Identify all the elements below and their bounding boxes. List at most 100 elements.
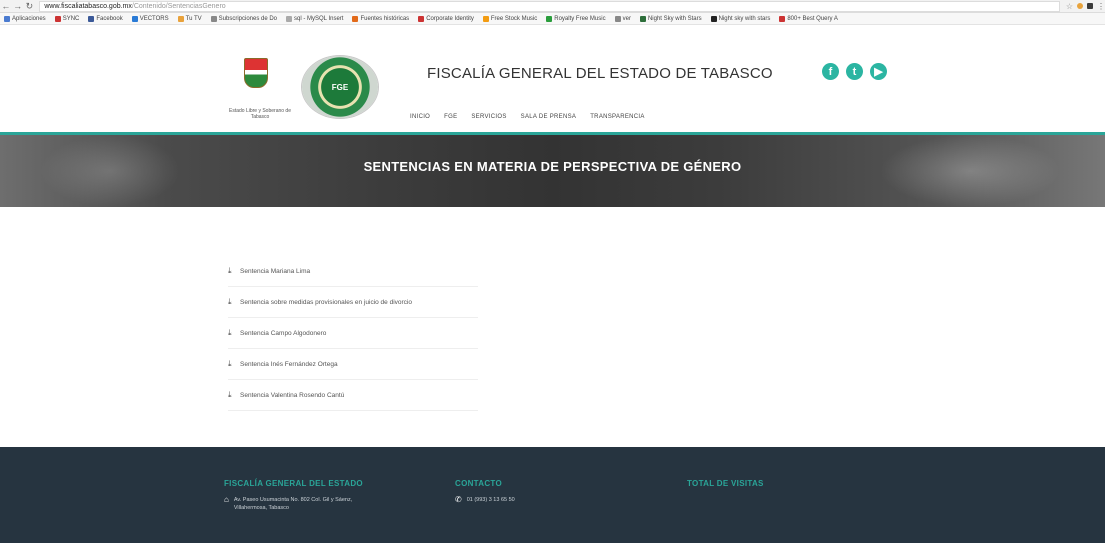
extensions: ☆ ⋮: [1066, 2, 1105, 11]
menu-icon[interactable]: ⋮: [1097, 2, 1105, 11]
gov-caption: Estado Libre y Soberano de Tabasco: [229, 108, 291, 120]
download-icon: ⤓: [228, 359, 232, 368]
list-item[interactable]: ⤓ Sentencia Mariana Lima: [228, 256, 478, 287]
bookmark-item[interactable]: Royalty Free Music: [546, 15, 606, 22]
document-link[interactable]: Sentencia Valentina Rosendo Cantú: [240, 392, 344, 399]
site-title: FISCALÍA GENERAL DEL ESTADO DE TABASCO: [427, 65, 773, 82]
phone-icon: ✆: [455, 495, 462, 504]
footer-phone: ✆ 01 (993) 3 13 65 50: [455, 496, 595, 504]
bookmark-label: Night Sky with Stars: [647, 15, 702, 22]
footer-heading: TOTAL DE VISITAS: [687, 479, 764, 488]
bookmarks-bar: Aplicaciones SYNC Facebook VECTORS Tu TV…: [0, 13, 1105, 25]
bookmark-icon: [482, 15, 489, 22]
bookmark-icon: [88, 15, 95, 22]
bookmark-item[interactable]: Fuentes históricas: [352, 15, 410, 22]
bookmark-item[interactable]: Free Stock Music: [482, 15, 538, 22]
bookmark-label: Night sky with stars: [718, 15, 771, 22]
fge-badge-text: FGE: [331, 82, 349, 92]
url-path: /Contenido/SentenciasGenero: [131, 2, 226, 10]
bookmark-label: Corporate Identity: [426, 15, 474, 22]
url-host: www.fiscaliatabasco.gob.mx: [44, 2, 132, 10]
bookmark-icon: [779, 15, 786, 22]
main-nav: INICIO FGE SERVICIOS SALA DE PRENSA TRAN…: [410, 114, 645, 120]
star-icon[interactable]: ☆: [1066, 2, 1073, 11]
youtube-icon[interactable]: ▶: [870, 63, 887, 80]
nav-item-fge[interactable]: FGE: [444, 114, 457, 120]
phone-text[interactable]: 01 (993) 3 13 65 50: [467, 496, 515, 504]
bookmark-icon: [210, 15, 217, 22]
bookmark-icon: [639, 15, 646, 22]
bookmark-item[interactable]: Subscripciones de Do: [210, 15, 278, 22]
bookmark-item[interactable]: Aplicaciones: [4, 15, 46, 22]
document-link[interactable]: Sentencia sobre medidas provisionales en…: [240, 299, 412, 306]
fge-logo[interactable]: FGE: [302, 56, 378, 118]
bookmark-icon: [131, 15, 138, 22]
bookmark-icon: [286, 15, 293, 22]
facebook-icon[interactable]: f: [822, 63, 839, 80]
bookmark-item[interactable]: sql - MySQL Insert: [286, 15, 343, 22]
bookmark-icon: [546, 15, 553, 22]
list-item[interactable]: ⤓ Sentencia sobre medidas provisionales …: [228, 287, 478, 318]
bookmark-icon: [710, 15, 717, 22]
document-link[interactable]: Sentencia Mariana Lima: [240, 268, 310, 275]
bookmark-label: Royalty Free Music: [554, 15, 606, 22]
bookmark-icon: [4, 15, 10, 22]
nav-item-inicio[interactable]: INICIO: [410, 114, 430, 120]
bookmark-item[interactable]: Night sky with stars: [710, 15, 771, 22]
address-text: Av. Paseo Usumacinta No. 802 Col. Gil y …: [233, 497, 353, 511]
address-bar[interactable]: www.fiscaliatabasco.gob.mx /Contenido/Se…: [39, 0, 1060, 12]
bookmark-item[interactable]: Corporate Identity: [418, 15, 474, 22]
state-coat-of-arms-icon[interactable]: [244, 58, 268, 88]
nav-item-sala-de-prensa[interactable]: SALA DE PRENSA: [521, 114, 577, 120]
forward-icon[interactable]: →: [12, 0, 24, 12]
download-icon: ⤓: [228, 328, 232, 337]
footer-heading: CONTACTO: [455, 479, 502, 488]
footer-col-contacto: CONTACTO ✆ 01 (993) 3 13 65 50: [455, 479, 595, 504]
document-link[interactable]: Sentencia Inés Fernández Ortega: [240, 361, 338, 368]
twitter-icon[interactable]: t: [846, 63, 863, 80]
page-banner: SENTENCIAS EN MATERIA DE PERSPECTIVA DE …: [0, 135, 1105, 207]
bookmark-item[interactable]: 800+ Best Query A: [779, 15, 838, 22]
bookmark-label: Tu TV: [185, 15, 202, 22]
reload-icon[interactable]: ↻: [24, 0, 36, 12]
nav-item-servicios[interactable]: SERVICIOS: [471, 114, 506, 120]
bookmark-label: VECTORS: [139, 15, 169, 22]
bookmark-icon: [54, 15, 61, 22]
bookmark-label: Subscripciones de Do: [218, 15, 278, 22]
bookmark-label: Facebook: [96, 15, 123, 22]
list-item[interactable]: ⤓ Sentencia Valentina Rosendo Cantú: [228, 380, 478, 411]
bookmark-label: Free Stock Music: [490, 15, 538, 22]
bookmark-item[interactable]: VECTORS: [131, 15, 169, 22]
bookmark-item[interactable]: SYNC: [54, 15, 80, 22]
bookmark-icon: [614, 15, 621, 22]
bookmark-icon: [418, 15, 425, 22]
download-icon: ⤓: [228, 297, 232, 306]
browser-toolbar: ← → ↻ www.fiscaliatabasco.gob.mx /Conten…: [0, 0, 1105, 13]
list-item[interactable]: ⤓ Sentencia Inés Fernández Ortega: [228, 349, 478, 380]
document-list: ⤓ Sentencia Mariana Lima ⤓ Sentencia sob…: [228, 256, 478, 411]
site-footer: FISCALÍA GENERAL DEL ESTADO ⌂ Av. Paseo …: [0, 447, 1105, 543]
footer-heading: FISCALÍA GENERAL DEL ESTADO: [224, 479, 363, 488]
list-item[interactable]: ⤓ Sentencia Campo Algodonero: [228, 318, 478, 349]
footer-col-visitas: TOTAL DE VISITAS: [687, 479, 827, 496]
bookmark-label: 800+ Best Query A: [787, 15, 838, 22]
social-links: f t ▶: [822, 63, 887, 80]
bookmark-item[interactable]: Night Sky with Stars: [639, 15, 702, 22]
back-icon[interactable]: ←: [0, 0, 12, 12]
location-icon: ⌂: [224, 495, 229, 504]
bookmark-label: Aplicaciones: [12, 15, 46, 22]
extension-icon[interactable]: [1087, 3, 1094, 9]
bookmark-item[interactable]: ver: [614, 15, 631, 22]
bookmark-label: SYNC: [62, 15, 80, 22]
page-title: SENTENCIAS EN MATERIA DE PERSPECTIVA DE …: [363, 159, 742, 174]
bookmark-label: Fuentes históricas: [360, 15, 410, 22]
bookmark-item[interactable]: Tu TV: [177, 15, 202, 22]
extension-icon[interactable]: [1077, 3, 1084, 9]
download-icon: ⤓: [228, 390, 232, 399]
download-icon: ⤓: [228, 266, 232, 275]
document-link[interactable]: Sentencia Campo Algodonero: [240, 330, 326, 337]
bookmark-label: ver: [622, 15, 631, 22]
nav-item-transparencia[interactable]: TRANSPARENCIA: [590, 114, 644, 120]
bookmark-item[interactable]: Facebook: [88, 15, 123, 22]
bookmark-icon: [352, 15, 359, 22]
